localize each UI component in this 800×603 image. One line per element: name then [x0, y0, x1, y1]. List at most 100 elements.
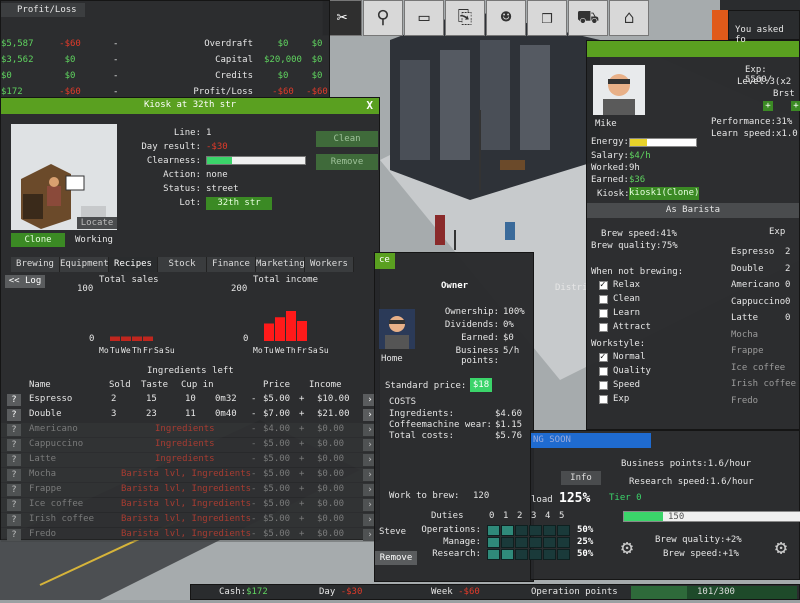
tab-brewing[interactable]: Brewing	[11, 257, 60, 272]
close-icon[interactable]: X	[366, 99, 373, 112]
recipe-info-button[interactable]: ?	[7, 424, 21, 436]
workstyle-checkbox[interactable]	[599, 395, 608, 404]
duty-cell[interactable]	[501, 549, 514, 560]
price-decrease[interactable]: -	[251, 499, 256, 509]
idle-option-checkbox[interactable]	[599, 323, 608, 332]
chart-bar	[132, 336, 142, 341]
price-increase[interactable]: +	[299, 469, 304, 479]
recipe-info-button[interactable]: ?	[7, 469, 21, 481]
price-decrease[interactable]: -	[251, 469, 256, 479]
kiosk-assign-button[interactable]: kiosk1(Clone)	[629, 187, 699, 200]
price-increase[interactable]: +	[299, 499, 304, 509]
price-increase[interactable]: +	[299, 484, 304, 494]
duty-cell[interactable]	[529, 549, 542, 560]
duty-cell[interactable]	[487, 537, 500, 548]
price-decrease[interactable]: -	[251, 484, 256, 494]
locate-button[interactable]: Locate	[77, 217, 117, 229]
duty-cell[interactable]	[515, 525, 528, 536]
tab-stock[interactable]: Stock	[158, 257, 207, 272]
duty-col-label: 4	[545, 511, 551, 521]
price-decrease[interactable]: -	[251, 529, 256, 539]
energy-label: Energy:	[591, 137, 629, 147]
duty-cell[interactable]	[529, 525, 542, 536]
tab-equipment[interactable]: Equipment	[60, 257, 109, 272]
map-pin-icon[interactable]: ⚲	[363, 0, 403, 36]
duty-cell[interactable]	[557, 537, 570, 548]
kiosk-info-label: Clearness:	[146, 156, 201, 166]
duty-cell[interactable]	[501, 525, 514, 536]
idle-option-checkbox[interactable]	[599, 295, 608, 304]
tab-recipes[interactable]: Recipes	[109, 257, 158, 272]
price-increase[interactable]: +	[299, 529, 304, 539]
duty-cell[interactable]	[487, 549, 500, 560]
duty-percent: 25%	[577, 537, 594, 547]
recipe-info-button[interactable]: ?	[7, 499, 21, 511]
profit-loss-tab[interactable]: Profit/Loss	[1, 3, 85, 17]
price-increase[interactable]: +	[299, 454, 304, 464]
coming-soon-banner: NG SOON	[531, 433, 651, 448]
duty-cell[interactable]	[529, 537, 542, 548]
furniture-icon[interactable]: ▭	[404, 0, 444, 36]
price-increase[interactable]: +	[299, 439, 304, 449]
level-plus-button[interactable]: +	[763, 101, 773, 111]
recipe-income: $0.00	[317, 469, 345, 479]
price-increase[interactable]: +	[299, 409, 304, 419]
cart-icon[interactable]: ⛟	[568, 0, 608, 36]
recipe-info-button[interactable]: ?	[7, 484, 21, 496]
price-decrease[interactable]: -	[251, 424, 256, 434]
recipe-info-button[interactable]: ?	[7, 394, 21, 406]
price-increase[interactable]: +	[299, 514, 304, 524]
lot-value[interactable]: 32th str	[206, 197, 272, 210]
price-decrease[interactable]: -	[251, 454, 256, 464]
idle-option-checkbox[interactable]	[599, 309, 608, 318]
duty-cell[interactable]	[501, 537, 514, 548]
performance-label: Performance:	[711, 117, 777, 127]
pl-row-total: $20,000	[264, 55, 302, 65]
price-increase[interactable]: +	[299, 394, 304, 404]
duty-cell[interactable]	[515, 537, 528, 548]
info-button[interactable]: Info	[561, 471, 601, 485]
remove-button[interactable]: Remove	[316, 154, 378, 170]
price-decrease[interactable]: -	[251, 514, 256, 524]
recipe-info-button[interactable]: ?	[7, 514, 21, 526]
chart-day-label: We	[121, 346, 131, 355]
workstyle-checkbox[interactable]	[599, 352, 608, 362]
recipe-info-button[interactable]: ?	[7, 409, 21, 421]
kiosk-info-value: -$30	[206, 142, 228, 152]
recipe-info-button[interactable]: ?	[7, 454, 21, 466]
duty-cell[interactable]	[543, 549, 556, 560]
energy-bar-fill	[630, 139, 647, 146]
duty-cell[interactable]	[543, 537, 556, 548]
door-icon[interactable]: ⎘	[445, 0, 485, 36]
person-icon[interactable]: ☻	[486, 0, 526, 36]
level-plus-button-2[interactable]: +	[791, 101, 800, 111]
home-icon[interactable]: ⌂	[609, 0, 649, 36]
tab-marketing[interactable]: Marketing	[256, 257, 305, 272]
salary-label: Salary:	[591, 151, 629, 161]
duty-cell[interactable]	[515, 549, 528, 560]
tab-workers[interactable]: Workers	[305, 257, 354, 272]
price-decrease[interactable]: -	[251, 409, 256, 419]
clean-button[interactable]: Clean	[316, 131, 378, 147]
workstyle-checkbox[interactable]	[599, 367, 608, 376]
price-increase[interactable]: +	[299, 424, 304, 434]
skill-level: 0	[785, 313, 791, 323]
price-decrease[interactable]: -	[251, 394, 256, 404]
workstyle-label: Normal	[613, 352, 646, 362]
idle-option-checkbox[interactable]	[599, 280, 608, 290]
duty-cell[interactable]	[557, 549, 570, 560]
tab-finance[interactable]: Finance	[207, 257, 256, 272]
duty-cell[interactable]	[557, 525, 570, 536]
workstyle-checkbox[interactable]	[599, 381, 608, 390]
price-decrease[interactable]: -	[251, 439, 256, 449]
recipe-info-button[interactable]: ?	[7, 439, 21, 451]
standard-price-value[interactable]: $18	[470, 378, 492, 392]
owner-avatar	[379, 309, 415, 349]
clone-button[interactable]: Clone	[11, 233, 65, 247]
duty-cell[interactable]	[487, 525, 500, 536]
duty-cell[interactable]	[543, 525, 556, 536]
day-value: -$30	[340, 587, 363, 597]
recipe-info-button[interactable]: ?	[7, 529, 21, 541]
book-alert-icon[interactable]: ❒	[527, 0, 567, 36]
cash-label: Cash:	[219, 587, 247, 597]
